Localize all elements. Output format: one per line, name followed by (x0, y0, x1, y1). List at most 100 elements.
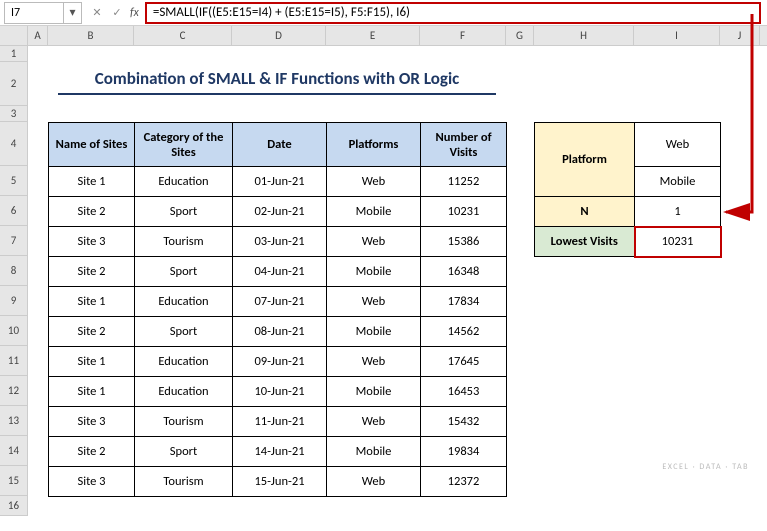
td-platform[interactable]: Web (327, 407, 421, 437)
td-visits[interactable]: 16348 (421, 257, 507, 287)
row-header-14[interactable]: 14 (0, 436, 28, 466)
side-n-val[interactable]: 1 (635, 197, 721, 227)
col-header-a[interactable]: A (28, 26, 48, 45)
side-table: Platform Web Mobile N 1 Lowest Visits 10… (534, 122, 722, 258)
td-category[interactable]: Sport (135, 437, 233, 467)
td-category[interactable]: Tourism (135, 467, 233, 497)
td-name[interactable]: Site 1 (49, 167, 135, 197)
td-category[interactable]: Education (135, 347, 233, 377)
td-platform[interactable]: Web (327, 347, 421, 377)
side-platform-val1[interactable]: Web (635, 123, 721, 167)
td-name[interactable]: Site 2 (49, 197, 135, 227)
td-platform[interactable]: Mobile (327, 197, 421, 227)
col-header-f[interactable]: F (420, 26, 506, 45)
td-category[interactable]: Tourism (135, 407, 233, 437)
td-date[interactable]: 03-Jun-21 (233, 227, 327, 257)
td-visits[interactable]: 17834 (421, 287, 507, 317)
td-category[interactable]: Education (135, 377, 233, 407)
name-box-dropdown[interactable]: ▾ (64, 2, 82, 24)
td-visits[interactable]: 16453 (421, 377, 507, 407)
row-header-13[interactable]: 13 (0, 406, 28, 436)
td-date[interactable]: 09-Jun-21 (233, 347, 327, 377)
td-date[interactable]: 04-Jun-21 (233, 257, 327, 287)
row-header-1[interactable]: 1 (0, 46, 28, 62)
name-box[interactable]: I7 (4, 2, 64, 24)
side-n-label[interactable]: N (535, 197, 635, 227)
row-header-2[interactable]: 2 (0, 62, 28, 106)
td-platform[interactable]: Web (327, 467, 421, 497)
select-all-corner[interactable] (0, 26, 28, 45)
td-visits[interactable]: 14562 (421, 317, 507, 347)
td-visits[interactable]: 15386 (421, 227, 507, 257)
td-name[interactable]: Site 1 (49, 347, 135, 377)
col-header-i[interactable]: I (634, 26, 720, 45)
accept-icon[interactable]: ✓ (108, 4, 126, 22)
td-category[interactable]: Sport (135, 257, 233, 287)
row-header-15[interactable]: 15 (0, 466, 28, 496)
td-name[interactable]: Site 2 (49, 317, 135, 347)
col-header-e[interactable]: E (326, 26, 420, 45)
td-name[interactable]: Site 3 (49, 467, 135, 497)
row-header-3[interactable]: 3 (0, 106, 28, 122)
td-category[interactable]: Sport (135, 317, 233, 347)
formula-bar[interactable]: =SMALL(IF((E5:E15=I4) + (E5:E15=I5), F5:… (145, 2, 761, 24)
col-header-h[interactable]: H (534, 26, 634, 45)
td-visits[interactable]: 10231 (421, 197, 507, 227)
td-category[interactable]: Education (135, 287, 233, 317)
col-header-d[interactable]: D (232, 26, 326, 45)
td-visits[interactable]: 12372 (421, 467, 507, 497)
row-header-8[interactable]: 8 (0, 256, 28, 286)
td-name[interactable]: Site 3 (49, 227, 135, 257)
td-platform[interactable]: Mobile (327, 437, 421, 467)
cells-area[interactable]: Combination of SMALL & IF Functions with… (28, 46, 767, 516)
col-header-j[interactable]: J (720, 26, 760, 45)
td-date[interactable]: 15-Jun-21 (233, 467, 327, 497)
td-platform[interactable]: Web (327, 167, 421, 197)
td-platform[interactable]: Mobile (327, 377, 421, 407)
td-platform[interactable]: Web (327, 227, 421, 257)
row-header-12[interactable]: 12 (0, 376, 28, 406)
td-name[interactable]: Site 2 (49, 437, 135, 467)
cancel-icon[interactable]: ✕ (88, 4, 106, 22)
row-header-10[interactable]: 10 (0, 316, 28, 346)
td-name[interactable]: Site 2 (49, 257, 135, 287)
row-header-7[interactable]: 7 (0, 226, 28, 256)
side-platform-label[interactable]: Platform (535, 123, 635, 197)
td-platform[interactable]: Mobile (327, 317, 421, 347)
col-header-c[interactable]: C (134, 26, 232, 45)
row-header-16[interactable]: 16 (0, 496, 28, 516)
side-lowest-val[interactable]: 10231 (635, 227, 721, 257)
td-visits[interactable]: 15432 (421, 407, 507, 437)
td-visits[interactable]: 17645 (421, 347, 507, 377)
td-name[interactable]: Site 3 (49, 407, 135, 437)
td-category[interactable]: Tourism (135, 227, 233, 257)
td-visits[interactable]: 19834 (421, 437, 507, 467)
td-date[interactable]: 14-Jun-21 (233, 437, 327, 467)
col-header-g[interactable]: G (506, 26, 534, 45)
table-row: Site 1Education09-Jun-21Web17645 (49, 347, 507, 377)
td-category[interactable]: Education (135, 167, 233, 197)
row-header-11[interactable]: 11 (0, 346, 28, 376)
row-header-4[interactable]: 4 (0, 122, 28, 166)
td-visits[interactable]: 11252 (421, 167, 507, 197)
table-row: Site 3Tourism11-Jun-21Web15432 (49, 407, 507, 437)
td-date[interactable]: 08-Jun-21 (233, 317, 327, 347)
td-date[interactable]: 01-Jun-21 (233, 167, 327, 197)
td-name[interactable]: Site 1 (49, 287, 135, 317)
td-platform[interactable]: Web (327, 287, 421, 317)
side-row-platform1: Platform Web (535, 123, 721, 167)
row-header-6[interactable]: 6 (0, 196, 28, 226)
td-date[interactable]: 11-Jun-21 (233, 407, 327, 437)
row-header-5[interactable]: 5 (0, 166, 28, 196)
td-category[interactable]: Sport (135, 197, 233, 227)
side-platform-val2[interactable]: Mobile (635, 167, 721, 197)
fx-icon[interactable]: fx (130, 6, 139, 20)
td-date[interactable]: 02-Jun-21 (233, 197, 327, 227)
td-platform[interactable]: Mobile (327, 257, 421, 287)
td-name[interactable]: Site 1 (49, 377, 135, 407)
side-lowest-label[interactable]: Lowest Visits (535, 227, 635, 257)
td-date[interactable]: 10-Jun-21 (233, 377, 327, 407)
col-header-b[interactable]: B (48, 26, 134, 45)
td-date[interactable]: 07-Jun-21 (233, 287, 327, 317)
row-header-9[interactable]: 9 (0, 286, 28, 316)
